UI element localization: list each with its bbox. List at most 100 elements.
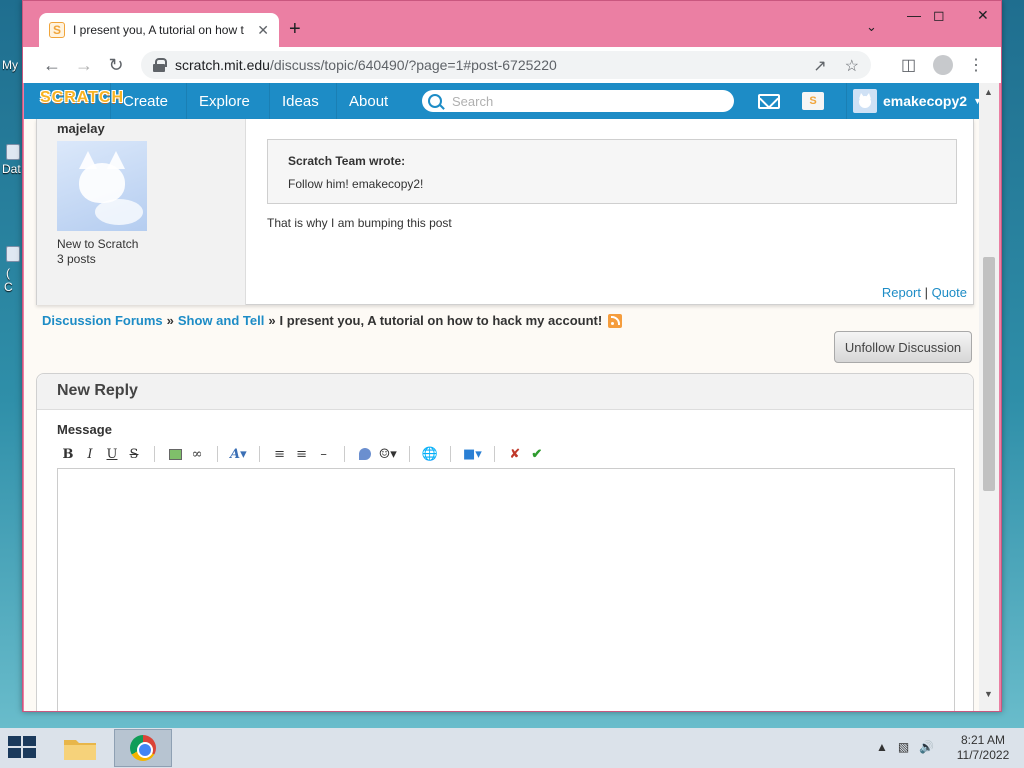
rss-feed-icon[interactable]: [608, 313, 623, 328]
desktop-icon-label[interactable]: My: [2, 58, 18, 72]
system-clock[interactable]: 8:21 AM 11/7/2022: [950, 733, 1016, 763]
editor-toolbar: B I U S ∞ A▾ ≡ ≡ – ☺▾ �: [57, 444, 548, 464]
nav-about[interactable]: About: [336, 83, 400, 119]
reply-header: New Reply: [37, 374, 973, 410]
page-viewport: SCRATCH Create Explore Ideas About Searc…: [24, 83, 999, 711]
numbered-list-icon[interactable]: ≡: [291, 444, 313, 464]
message-textarea[interactable]: [57, 468, 955, 711]
browser-window: S I present you, A tutorial on how t ✕ +…: [22, 0, 1002, 712]
clock-time: 8:21 AM: [960, 733, 1006, 747]
list-item-icon[interactable]: –: [313, 444, 335, 464]
quote-author: Scratch Team wrote:: [288, 154, 406, 168]
new-tab-icon[interactable]: +: [289, 18, 301, 40]
tab-search-chevron-icon[interactable]: ⌄: [866, 19, 877, 35]
toolbar-divider: [343, 446, 345, 462]
side-panel-icon[interactable]: ◫: [901, 55, 916, 75]
profile-avatar-icon[interactable]: [933, 55, 953, 75]
globe-icon[interactable]: 🌐: [419, 444, 441, 464]
address-bar[interactable]: scratch.mit.edu/discuss/topic/640490/?pa…: [141, 51, 871, 79]
insert-link-icon[interactable]: ∞: [186, 444, 208, 464]
bookmark-star-icon[interactable]: ☆: [845, 56, 859, 76]
page-scrollbar[interactable]: ▲ ▼: [979, 83, 999, 711]
search-icon: [428, 94, 442, 108]
volume-icon[interactable]: 🔊: [919, 740, 934, 754]
preview-check-icon[interactable]: ✔: [526, 444, 548, 464]
tab-strip: S I present you, A tutorial on how t ✕ +…: [23, 1, 1001, 47]
browser-tab[interactable]: S I present you, A tutorial on how t ✕: [39, 13, 279, 47]
toolbar-divider: [408, 446, 410, 462]
post-author-name[interactable]: majelay: [57, 121, 105, 136]
bold-icon[interactable]: B: [57, 444, 79, 464]
author-avatar[interactable]: [57, 141, 147, 231]
clear-formatting-icon[interactable]: ✘: [504, 444, 526, 464]
lock-icon[interactable]: [153, 58, 167, 72]
breadcrumb-topic: I present you, A tutorial on how to hack…: [279, 313, 603, 328]
user-menu[interactable]: emakecopy2 ▼: [846, 83, 982, 119]
quote-text: Follow him! emakecopy2!: [288, 177, 424, 191]
author-rank-text: New to Scratch: [57, 237, 139, 251]
nav-create[interactable]: Create: [110, 83, 180, 119]
desktop-icon-label[interactable]: (: [6, 266, 10, 280]
unfollow-discussion-button[interactable]: Unfollow Discussion: [834, 331, 972, 363]
scratch-favicon-icon: S: [49, 22, 65, 38]
underline-icon[interactable]: U: [101, 444, 123, 464]
chrome-icon: [130, 735, 156, 761]
breadcrumb-forums-link[interactable]: Discussion Forums: [42, 313, 163, 328]
report-link[interactable]: Report: [882, 285, 921, 300]
breadcrumb-separator: »: [268, 313, 276, 328]
close-tab-icon[interactable]: ✕: [257, 22, 269, 39]
tray-chevron-icon[interactable]: ▲: [876, 740, 888, 754]
my-stuff-folder-icon[interactable]: S: [802, 92, 824, 110]
quote-link[interactable]: Quote: [932, 285, 967, 300]
italic-icon[interactable]: I: [79, 444, 101, 464]
maximize-icon[interactable]: ◻: [933, 7, 945, 24]
network-icon[interactable]: ▧: [898, 740, 909, 754]
toolbar-divider: [258, 446, 260, 462]
scroll-down-icon[interactable]: ▼: [984, 689, 993, 699]
font-style-icon[interactable]: A▾: [227, 444, 250, 464]
windows-start-icon[interactable]: [8, 736, 38, 760]
strikethrough-icon[interactable]: S: [123, 444, 145, 464]
post-body: That is why I am bumping this post: [267, 216, 452, 230]
reload-icon[interactable]: ↻: [105, 54, 127, 76]
close-window-icon[interactable]: ✕: [977, 7, 989, 24]
tab-title: I present you, A tutorial on how t: [73, 23, 244, 37]
back-arrow-icon[interactable]: ←: [41, 54, 63, 76]
author-rank: New to Scratch 3 posts: [57, 237, 138, 267]
breadcrumb-section-link[interactable]: Show and Tell: [178, 313, 264, 328]
action-separator: |: [924, 285, 928, 300]
toolbar-divider: [493, 446, 495, 462]
share-icon[interactable]: ↗: [813, 56, 826, 76]
forward-arrow-icon[interactable]: →: [73, 54, 95, 76]
quote-icon[interactable]: [354, 444, 376, 464]
menu-kebab-icon[interactable]: ⋮: [968, 55, 984, 75]
smiley-icon[interactable]: ☺▾: [376, 444, 400, 464]
scrollbar-thumb[interactable]: [983, 257, 995, 491]
file-explorer-icon[interactable]: [62, 734, 98, 762]
insert-image-icon[interactable]: [164, 444, 186, 464]
desktop-icon-label[interactable]: Dat: [2, 162, 21, 176]
url-text[interactable]: scratch.mit.edu/discuss/topic/640490/?pa…: [175, 57, 557, 73]
messages-mail-icon[interactable]: [758, 94, 780, 109]
scratchblocks-icon[interactable]: ■▾: [460, 444, 485, 464]
desktop-icon-label[interactable]: C: [4, 280, 13, 294]
bullet-list-icon[interactable]: ≡: [269, 444, 291, 464]
post-author-panel: majelay New to Scratch 3 posts: [37, 119, 246, 305]
scratch-navbar: SCRATCH Create Explore Ideas About Searc…: [24, 83, 982, 119]
taskbar: ▲ ▧ 🔊 8:21 AM 11/7/2022: [0, 728, 1024, 768]
browser-toolbar: ← → ↻ scratch.mit.edu/discuss/topic/6404…: [23, 47, 1001, 83]
minimize-icon[interactable]: —: [907, 7, 921, 23]
breadcrumb-separator: »: [166, 313, 174, 328]
search-input[interactable]: Search: [422, 90, 734, 112]
desktop-file-icon[interactable]: [6, 246, 20, 262]
scroll-up-icon[interactable]: ▲: [984, 87, 993, 97]
nav-explore[interactable]: Explore: [186, 83, 262, 119]
avatar-cat-head: [79, 163, 125, 203]
nav-ideas[interactable]: Ideas: [269, 83, 331, 119]
chrome-taskbar-button[interactable]: [114, 729, 172, 767]
author-post-count: 3 posts: [57, 252, 96, 266]
forum-post: majelay New to Scratch 3 posts Scratch T…: [36, 119, 974, 305]
new-reply-panel: New Reply Message B I U S ∞ A▾ ≡ ≡ – ☺▾ …: [36, 373, 974, 711]
toolbar-divider: [154, 446, 155, 462]
desktop-file-icon[interactable]: [6, 144, 20, 160]
